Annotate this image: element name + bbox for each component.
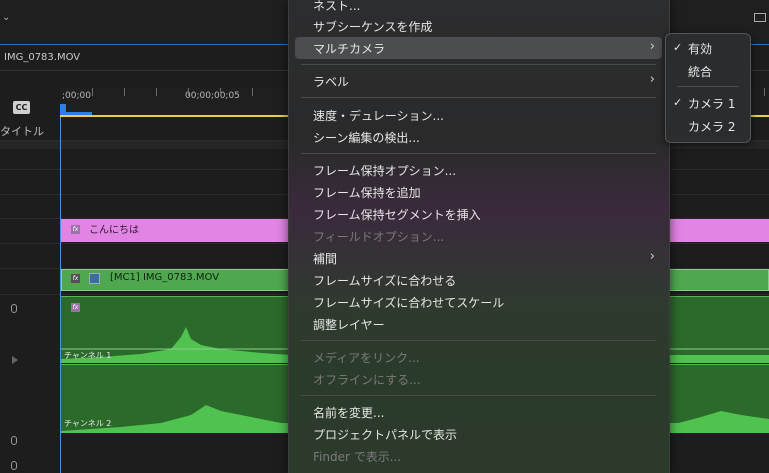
channel-1-label: チャンネル 1 bbox=[64, 351, 112, 360]
menu-item-nest[interactable]: ネスト... bbox=[313, 0, 360, 14]
menu-separator bbox=[301, 97, 656, 98]
text-clip-label: こんにちは bbox=[89, 225, 139, 236]
timecode-start: ;00;00 bbox=[62, 91, 91, 101]
panel-icon[interactable] bbox=[754, 13, 766, 22]
chevron-right-icon: › bbox=[649, 249, 655, 264]
submenu-separator bbox=[678, 86, 738, 87]
menu-item-set-to-frame-size[interactable]: フレームサイズに合わせる bbox=[313, 272, 456, 289]
ruler-tick bbox=[124, 88, 125, 96]
ruler-tick bbox=[220, 88, 221, 96]
submenu-item-camera-2[interactable]: カメラ 2 bbox=[688, 118, 735, 135]
playhead-handle[interactable] bbox=[60, 104, 66, 115]
fx-icon: fx bbox=[71, 303, 80, 312]
playhead-line bbox=[60, 117, 61, 473]
chevron-right-icon: › bbox=[649, 39, 655, 54]
fx-icon: fx bbox=[71, 225, 80, 234]
channel-2-label: チャンネル 2 bbox=[64, 419, 112, 428]
ruler-tick bbox=[156, 88, 157, 96]
menu-item-label[interactable]: ラベル bbox=[313, 73, 349, 90]
menu-item-frame-hold-options[interactable]: フレーム保持オプション... bbox=[313, 162, 456, 179]
submenu-item-camera-1[interactable]: カメラ 1 bbox=[688, 95, 735, 112]
chevron-right-icon: › bbox=[649, 72, 655, 87]
menu-item-make-offline: オフラインにする... bbox=[313, 373, 421, 387]
menu-item-scale-to-frame-size[interactable]: フレームサイズに合わせてスケール bbox=[313, 294, 504, 311]
ruler-tick bbox=[188, 88, 189, 96]
ruler-tick bbox=[764, 88, 765, 96]
menu-item-interpolation[interactable]: 補間 bbox=[313, 250, 337, 267]
menu-separator bbox=[301, 64, 656, 65]
menu-item-field-options: フィールドオプション... bbox=[313, 230, 445, 244]
menu-separator bbox=[301, 340, 656, 341]
multicam-clip-label: [MC1] IMG_0783.MOV bbox=[110, 272, 220, 283]
menu-item-rename[interactable]: 名前を変更... bbox=[313, 404, 384, 421]
checkmark-icon: ✓ bbox=[673, 41, 683, 54]
menu-item-adjustment-layer[interactable]: 調整レイヤー bbox=[313, 316, 385, 333]
menu-item-multicam[interactable]: マルチカメラ bbox=[313, 40, 385, 57]
multicam-submenu: ✓ 有効 統合 ✓ カメラ 1 カメラ 2 bbox=[665, 33, 751, 143]
microphone-icon[interactable] bbox=[11, 461, 17, 470]
microphone-icon[interactable] bbox=[11, 436, 17, 445]
menu-separator bbox=[301, 395, 656, 396]
menu-item-insert-frame-hold-segment[interactable]: フレーム保持セグメントを挿入 bbox=[313, 206, 481, 223]
ruler-tick bbox=[252, 88, 253, 96]
multicam-icon bbox=[89, 273, 100, 284]
submenu-item-flatten[interactable]: 統合 bbox=[688, 63, 712, 80]
timecode-5: 00;00;00;05 bbox=[185, 91, 240, 101]
title-track-label: タイトル bbox=[0, 125, 44, 138]
checkmark-icon: ✓ bbox=[673, 96, 683, 109]
expand-triangle-icon[interactable] bbox=[12, 356, 18, 364]
submenu-item-enable[interactable]: 有効 bbox=[688, 40, 712, 57]
menu-item-add-frame-hold[interactable]: フレーム保持を追加 bbox=[313, 184, 421, 201]
menu-item-reveal-in-finder: Finder で表示... bbox=[313, 450, 402, 464]
context-menu: ネスト... サブシーケンスを作成 マルチカメラ › ラベル › 速度・デュレー… bbox=[288, 0, 670, 473]
menu-item-link-media: メディアをリンク... bbox=[313, 351, 420, 365]
ruler-tick bbox=[92, 88, 93, 96]
cc-icon[interactable]: CC bbox=[13, 101, 30, 114]
menu-item-reveal-in-project[interactable]: プロジェクトパネルで表示 bbox=[313, 426, 457, 443]
menu-item-speed-duration[interactable]: 速度・デュレーション... bbox=[313, 107, 444, 124]
chevron-down-icon[interactable]: ⌄ bbox=[2, 12, 10, 23]
menu-item-scene-edit-detect[interactable]: シーン編集の検出... bbox=[313, 129, 420, 146]
sequence-name[interactable]: IMG_0783.MOV bbox=[4, 52, 80, 63]
microphone-icon[interactable] bbox=[11, 304, 17, 313]
menu-separator bbox=[301, 153, 656, 154]
menu-item-create-subsequence[interactable]: サブシーケンスを作成 bbox=[313, 18, 432, 35]
fx-icon: fx bbox=[71, 274, 80, 283]
